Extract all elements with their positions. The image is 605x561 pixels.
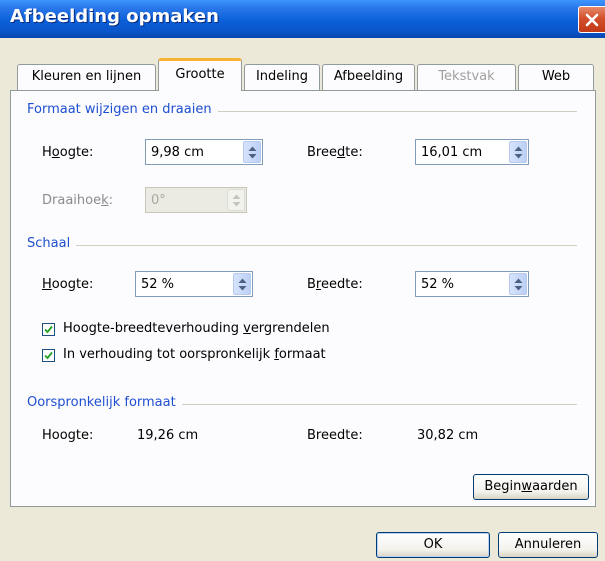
scale-height-spin-buttons[interactable]: [233, 273, 251, 295]
tab-grootte[interactable]: Grootte: [158, 58, 242, 91]
relative-to-original-checkbox[interactable]: [42, 349, 55, 362]
dialog-title: Afbeelding opmaken: [10, 6, 219, 27]
section-heading-original: Oorspronkelijk formaat: [27, 395, 182, 410]
rotation-spin-buttons: [227, 189, 245, 211]
lock-aspect-checkbox[interactable]: [42, 323, 55, 336]
size-height-spin-buttons[interactable]: [243, 141, 261, 163]
checkmark-icon: [44, 325, 53, 334]
scale-width-label: Breedte:: [307, 277, 363, 292]
original-height-value: 19,26 cm: [137, 428, 199, 443]
size-width-spin-buttons[interactable]: [509, 141, 527, 163]
close-icon: [585, 13, 599, 27]
original-width-value: 30,82 cm: [417, 428, 479, 443]
checkmark-icon: [44, 351, 53, 360]
tab-panel-grootte: Formaat wijzigen en draaien Hoogte: Bree…: [10, 90, 596, 507]
scale-height-input[interactable]: [136, 272, 232, 296]
ok-button[interactable]: OK: [376, 532, 490, 558]
up-down-arrows-icon: [514, 146, 523, 159]
tab-label: Grootte: [175, 67, 225, 82]
scale-width-input[interactable]: [416, 272, 508, 296]
tab-label: Indeling: [255, 69, 309, 84]
lock-aspect-label[interactable]: Hoogte-breedteverhouding vergrendelen: [63, 321, 330, 336]
scale-width-spin-buttons[interactable]: [509, 273, 527, 295]
section-heading-scale: Schaal: [27, 236, 77, 251]
scale-height-label: Hoogte:: [42, 277, 94, 292]
reset-button[interactable]: Beginwaarden: [473, 474, 589, 500]
section-heading-size-rotate: Formaat wijzigen en draaien: [27, 102, 218, 117]
cancel-button[interactable]: Annuleren: [498, 532, 598, 558]
original-height-label: Hoogte:: [42, 428, 94, 443]
rotation-label: Draaihoek:: [42, 193, 114, 208]
section-divider: [27, 245, 577, 246]
rotation-input: [146, 188, 226, 212]
close-button[interactable]: [578, 6, 605, 33]
size-width-input[interactable]: [416, 140, 508, 164]
tab-web[interactable]: Web: [518, 64, 594, 90]
tab-afbeelding[interactable]: Afbeelding: [322, 64, 415, 90]
tab-label: Kleuren en lijnen: [31, 69, 142, 84]
tab-label: Web: [541, 69, 571, 84]
tab-kleuren-en-lijnen[interactable]: Kleuren en lijnen: [17, 64, 156, 90]
relative-to-original-label[interactable]: In verhouding tot oorspronkelijk formaat: [63, 347, 326, 362]
up-down-arrows-icon: [248, 146, 257, 159]
size-width-label: Breedte:: [307, 145, 363, 160]
tab-label: Tekstvak: [438, 69, 495, 84]
size-height-input[interactable]: [146, 140, 242, 164]
size-height-label: Hoogte:: [42, 145, 94, 160]
tab-indeling[interactable]: Indeling: [244, 64, 320, 90]
scale-width-spinner[interactable]: [415, 271, 529, 297]
rotation-spinner: [145, 187, 247, 213]
up-down-arrows-icon: [238, 278, 247, 291]
up-down-arrows-icon: [232, 194, 241, 207]
up-down-arrows-icon: [514, 278, 523, 291]
size-height-spinner[interactable]: [145, 139, 263, 165]
title-bar[interactable]: Afbeelding opmaken: [0, 0, 605, 38]
original-width-label: Breedte:: [307, 428, 363, 443]
tab-tekstvak: Tekstvak: [417, 64, 516, 90]
format-picture-dialog: Afbeelding opmaken Kleuren en lijnen Gro…: [0, 0, 605, 561]
scale-height-spinner[interactable]: [135, 271, 253, 297]
size-width-spinner[interactable]: [415, 139, 529, 165]
tab-label: Afbeelding: [333, 69, 404, 84]
